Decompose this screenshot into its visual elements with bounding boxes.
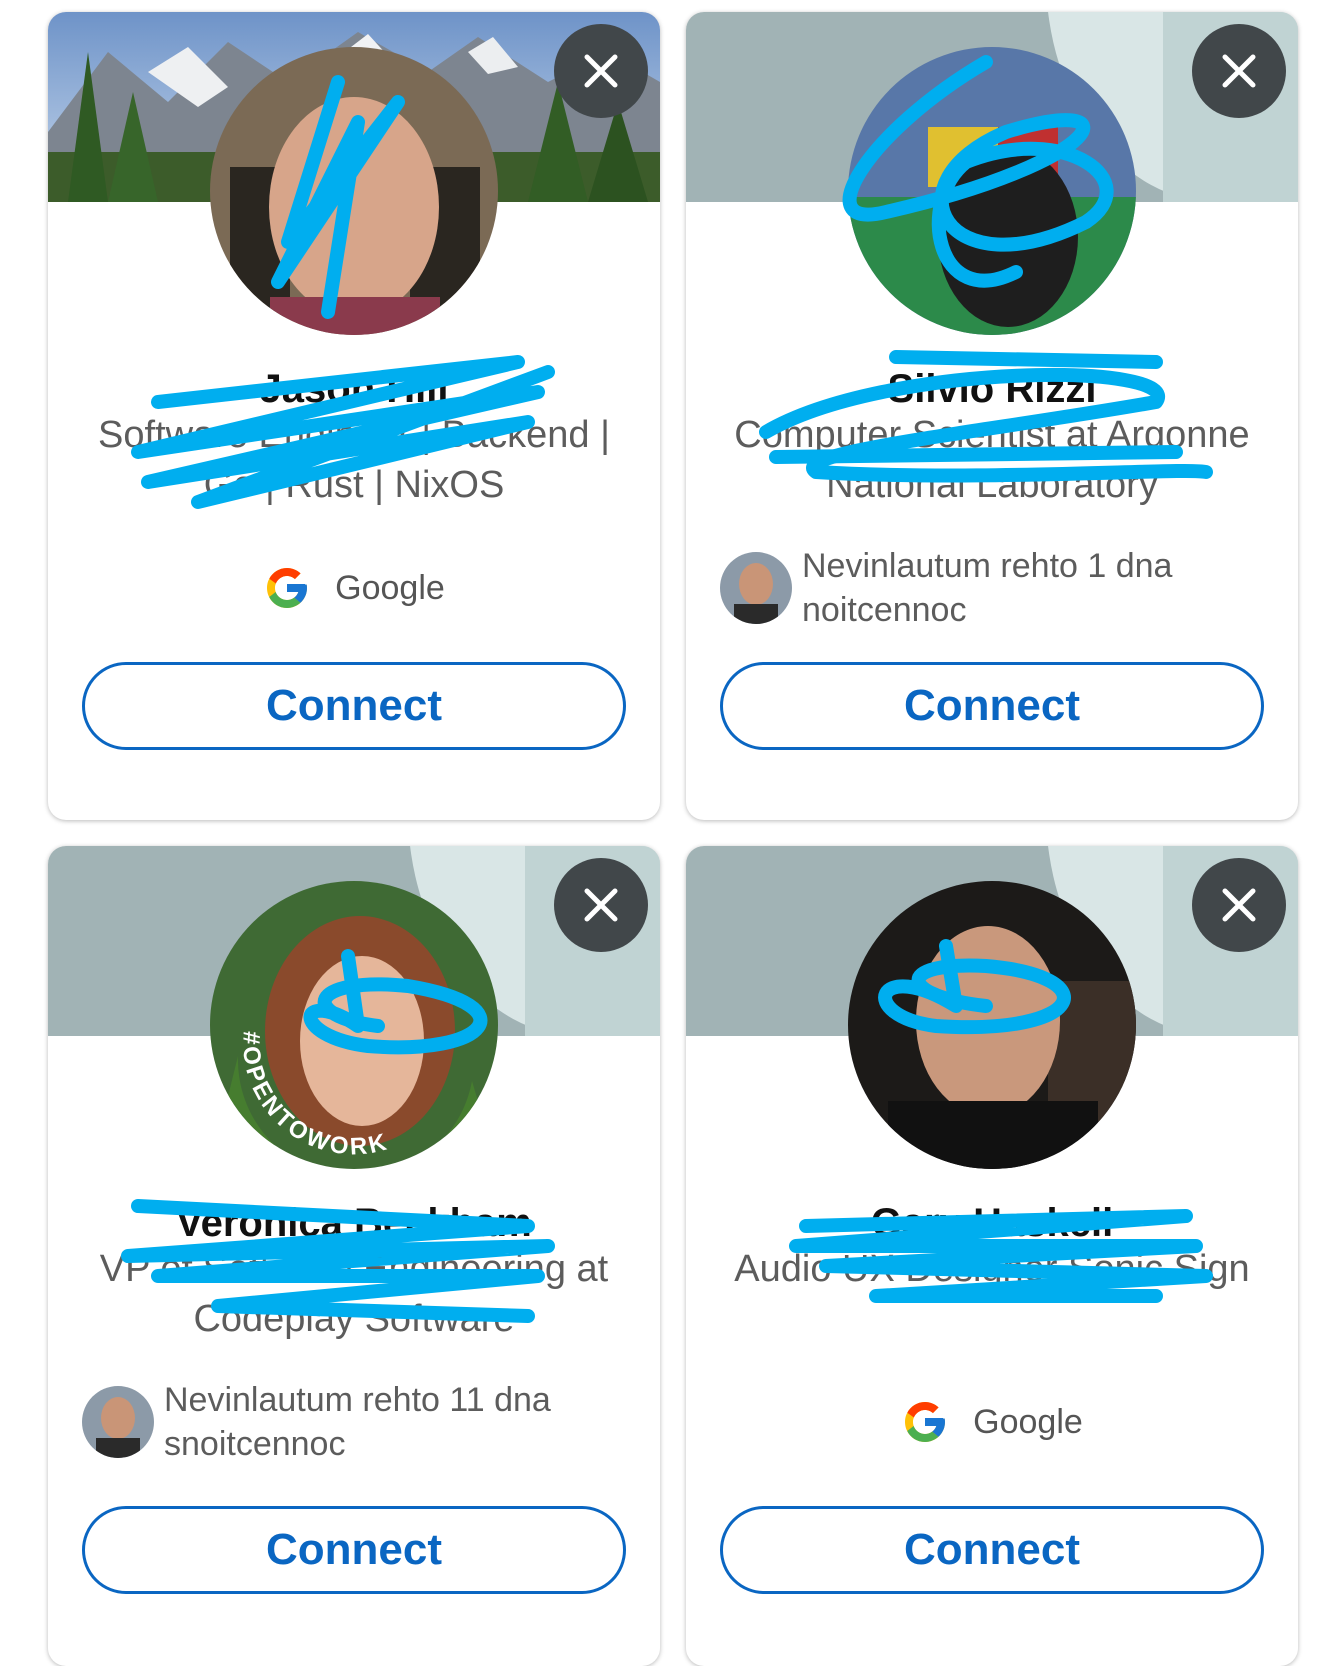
close-icon — [584, 54, 618, 88]
mutual-connections-text: Nevinlautum rehto 1 dna noitcennoc — [802, 547, 1173, 629]
suggestion-grid: Jason Hill Software Engineer | Backend |… — [0, 0, 1343, 1666]
mutual-connection-avatar — [720, 552, 792, 624]
profile-photo[interactable] — [848, 47, 1136, 335]
profile-photo[interactable] — [848, 881, 1136, 1169]
profile-headline: VP of Software Engineering at Codeplay S… — [99, 1248, 609, 1340]
dismiss-button[interactable] — [554, 858, 648, 952]
dismiss-button[interactable] — [554, 24, 648, 118]
insight-row: Google — [48, 564, 660, 612]
google-logo-icon — [267, 568, 308, 608]
profile-headline: Software Engineer | Backend | Go | Rust … — [98, 414, 610, 506]
profile-name[interactable]: Jason Hill — [68, 367, 640, 412]
suggestion-card[interactable]: #OPENTOWORK Veronica Beckham VP of Softw… — [48, 846, 660, 1666]
insight-row: Google — [686, 1398, 1298, 1446]
connect-button[interactable]: Connect — [82, 662, 626, 750]
connect-button[interactable]: Connect — [720, 1506, 1264, 1594]
profile-name[interactable]: Silvio Rizzi — [706, 367, 1278, 412]
profile-photo[interactable]: #OPENTOWORK — [210, 881, 498, 1169]
insight-label: Google — [973, 1402, 1083, 1441]
connect-button[interactable]: Connect — [720, 662, 1264, 750]
close-icon — [1222, 54, 1256, 88]
profile-name[interactable]: Veronica Beckham — [68, 1201, 640, 1246]
dismiss-button[interactable] — [1192, 24, 1286, 118]
suggestion-card[interactable]: Gary Haskell Audio UX Designer Sonic Sig… — [686, 846, 1298, 1666]
profile-photo[interactable] — [210, 47, 498, 335]
suggestion-card[interactable]: Silvio Rizzi Computer Scientist at Argon… — [686, 12, 1298, 820]
mutual-connections: Nevinlautum rehto 11 dna snoitcennoc — [82, 1378, 640, 1466]
insight-label: Google — [335, 568, 445, 607]
mutual-connections-text: Nevinlautum rehto 11 dna snoitcennoc — [164, 1381, 551, 1463]
dismiss-button[interactable] — [1192, 858, 1286, 952]
profile-headline: Audio UX Designer Sonic Sign — [734, 1248, 1250, 1290]
profile-headline: Computer Scientist at Argonne National L… — [734, 414, 1250, 506]
google-logo-icon — [905, 1402, 946, 1442]
connect-button[interactable]: Connect — [82, 1506, 626, 1594]
close-icon — [1222, 888, 1256, 922]
close-icon — [584, 888, 618, 922]
mutual-connections: Nevinlautum rehto 1 dna noitcennoc — [720, 544, 1278, 632]
suggestion-card[interactable]: Jason Hill Software Engineer | Backend |… — [48, 12, 660, 820]
mutual-connection-avatar — [82, 1386, 154, 1458]
profile-name[interactable]: Gary Haskell — [706, 1201, 1278, 1246]
